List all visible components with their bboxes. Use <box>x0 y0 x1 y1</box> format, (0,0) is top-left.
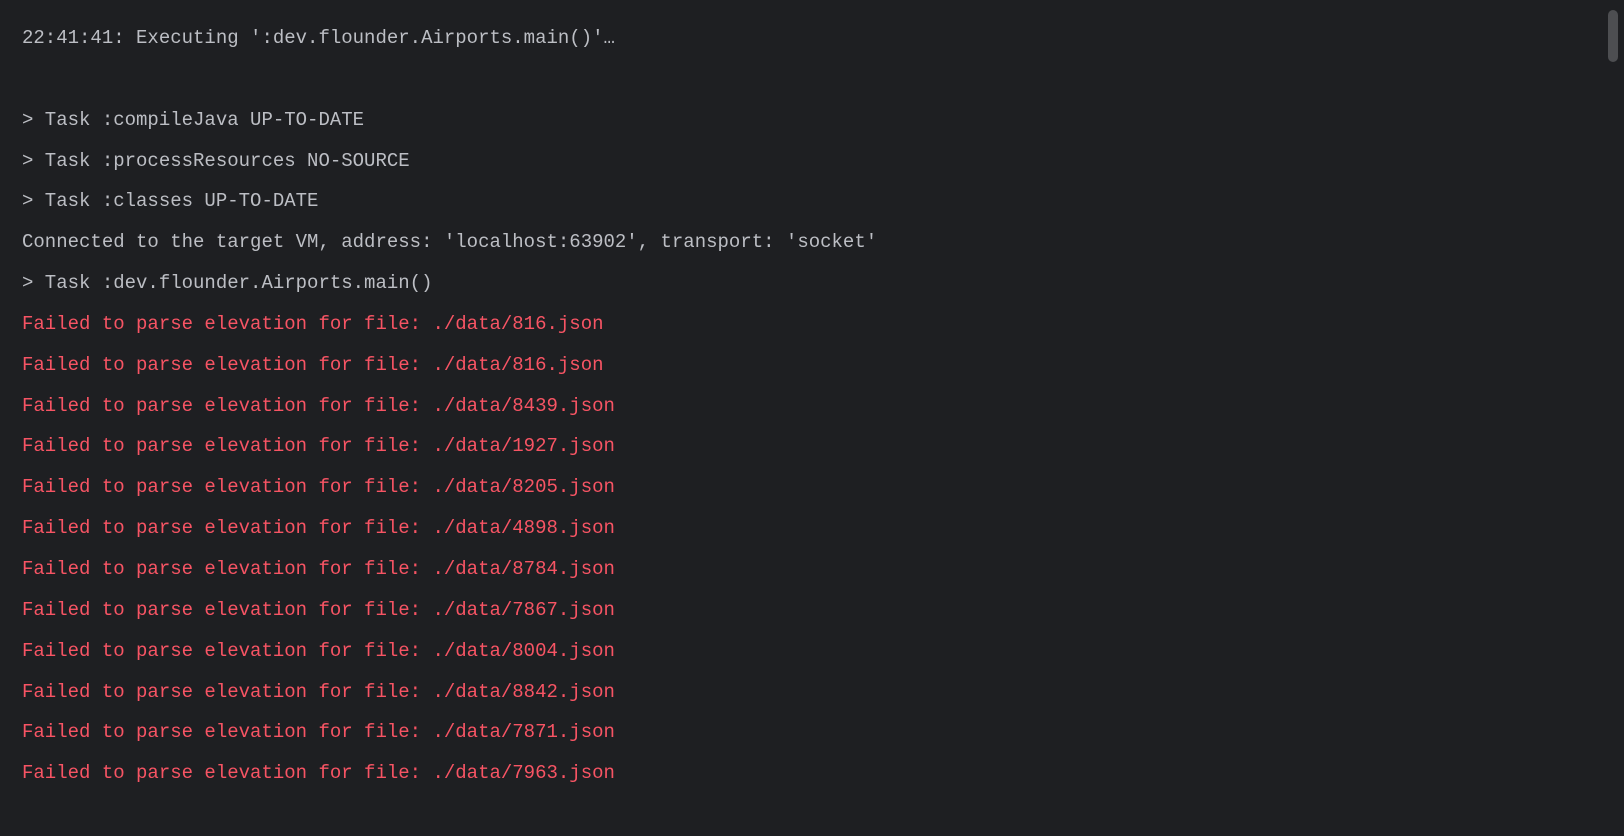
task-line: > Task :compileJava UP-TO-DATE <box>22 100 1602 141</box>
error-line: Failed to parse elevation for file: ./da… <box>22 508 1602 549</box>
error-line: Failed to parse elevation for file: ./da… <box>22 753 1602 794</box>
error-line: Failed to parse elevation for file: ./da… <box>22 672 1602 713</box>
scrollbar-thumb[interactable] <box>1608 10 1618 62</box>
error-line: Failed to parse elevation for file: ./da… <box>22 467 1602 508</box>
task-line: > Task :classes UP-TO-DATE <box>22 181 1602 222</box>
error-line: Failed to parse elevation for file: ./da… <box>22 304 1602 345</box>
error-line: Failed to parse elevation for file: ./da… <box>22 426 1602 467</box>
console-output[interactable]: 22:41:41: Executing ':dev.flounder.Airpo… <box>22 18 1602 794</box>
error-line: Failed to parse elevation for file: ./da… <box>22 549 1602 590</box>
error-line: Failed to parse elevation for file: ./da… <box>22 386 1602 427</box>
task-line: > Task :dev.flounder.Airports.main() <box>22 263 1602 304</box>
blank-line <box>22 59 1602 100</box>
exec-line: 22:41:41: Executing ':dev.flounder.Airpo… <box>22 18 1602 59</box>
error-line: Failed to parse elevation for file: ./da… <box>22 590 1602 631</box>
error-line: Failed to parse elevation for file: ./da… <box>22 631 1602 672</box>
connection-line: Connected to the target VM, address: 'lo… <box>22 222 1602 263</box>
task-line: > Task :processResources NO-SOURCE <box>22 141 1602 182</box>
error-line: Failed to parse elevation for file: ./da… <box>22 345 1602 386</box>
error-line: Failed to parse elevation for file: ./da… <box>22 712 1602 753</box>
